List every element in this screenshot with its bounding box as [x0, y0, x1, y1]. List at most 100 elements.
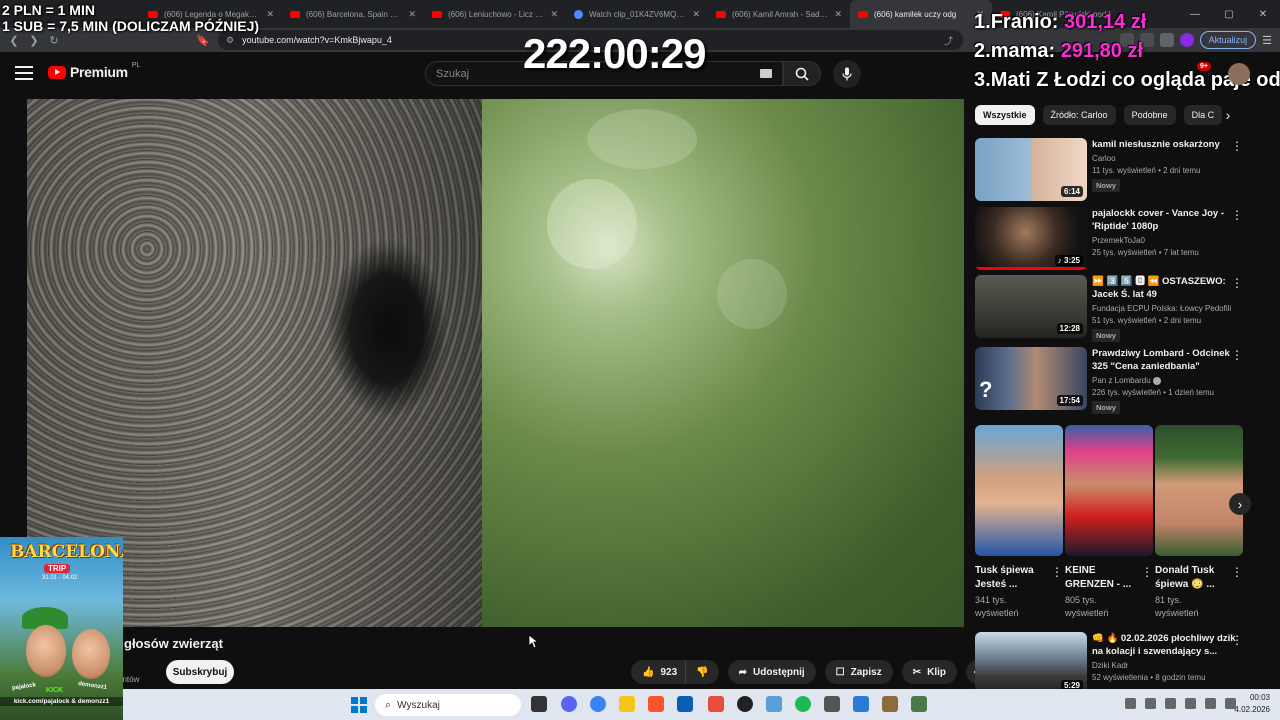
- taskbar-search-input[interactable]: ⌕ Wyszukaj: [375, 694, 521, 716]
- save-button[interactable]: ☐ Zapisz: [824, 660, 893, 684]
- like-button[interactable]: 👍 923: [631, 660, 687, 684]
- short-item[interactable]: KEINE GRENZEN - ... 805 tys. wyświetleń …: [1065, 425, 1153, 620]
- more-vert-icon[interactable]: ⋮: [1231, 634, 1243, 648]
- chip-for-you[interactable]: Dla C: [1183, 105, 1223, 125]
- close-tab-icon[interactable]: ✕: [550, 9, 558, 20]
- channel-name[interactable]: PrzemekToJa0: [1092, 236, 1242, 245]
- calculator-icon[interactable]: [824, 696, 840, 712]
- more-vert-icon[interactable]: ⋮: [1051, 565, 1063, 579]
- chip-all[interactable]: Wszystkie: [975, 105, 1035, 125]
- top-donor-row: 2.mama: 291,80 zł: [974, 37, 1280, 66]
- browser-tab-active[interactable]: (606) kamilek uczy odg ✕: [850, 0, 992, 28]
- brave-browser-icon[interactable]: [708, 696, 724, 712]
- discord-icon[interactable]: [561, 696, 577, 712]
- browser-tab[interactable]: Watch clip_01K4ZV6MQMEYN ✕: [566, 0, 708, 28]
- recommendation-item[interactable]: 5:29 👊 🔥 02.02.2026 płochliwy dzik na ko…: [975, 632, 1265, 696]
- obs-icon[interactable]: [737, 696, 753, 712]
- volume-icon[interactable]: [1205, 698, 1216, 709]
- youtube-icon: [290, 10, 300, 18]
- more-vert-icon[interactable]: ⋮: [1231, 140, 1243, 154]
- video-thumbnail[interactable]: ? 17:54: [975, 347, 1087, 410]
- chip-source[interactable]: Źródło: Carloo: [1042, 105, 1116, 125]
- channel-name[interactable]: Pan z Lombardu: [1092, 376, 1151, 385]
- close-tab-icon[interactable]: ✕: [834, 9, 842, 20]
- short-item[interactable]: Tusk śpiewa Jesteś ... 341 tys. wyświetl…: [975, 425, 1063, 620]
- tray-icon[interactable]: [1125, 698, 1136, 709]
- notepad-icon[interactable]: [853, 696, 869, 712]
- view-stats: 51 tys. wyświetleń • 2 dni temu: [1092, 316, 1202, 325]
- subscribe-button[interactable]: Subskrybuj: [166, 660, 234, 684]
- tray-icon[interactable]: [1145, 698, 1156, 709]
- share-page-icon[interactable]: ⤴: [944, 34, 953, 47]
- duration-badge: 12:28: [1056, 323, 1083, 334]
- share-button[interactable]: ➦ Udostępnij: [727, 660, 816, 684]
- recommendation-item[interactable]: ? 17:54 Prawdziwy Lombard - Odcinek 325 …: [975, 347, 1265, 414]
- recommendation-meta: Prawdziwy Lombard - Odcinek 325 "Cena za…: [1092, 347, 1242, 415]
- video-thumbnail[interactable]: 12:28: [975, 275, 1087, 338]
- short-title[interactable]: KEINE GRENZEN - ...: [1065, 564, 1141, 592]
- video-thumbnail[interactable]: 6:14: [975, 138, 1087, 201]
- recommendation-title[interactable]: Prawdziwy Lombard - Odcinek 325 "Cena za…: [1092, 347, 1242, 373]
- short-item[interactable]: Donald Tusk śpiewa 😳 ... 81 tys. wyświet…: [1155, 425, 1243, 620]
- more-vert-icon[interactable]: ⋮: [1231, 209, 1243, 223]
- recommendation-title[interactable]: ⏩ 3️⃣ 5️⃣ 🅱 ⏪ OSTASZEWO: Jacek Ś. lat 49: [1092, 275, 1242, 301]
- more-vert-icon[interactable]: ⋮: [1231, 349, 1243, 363]
- browser-tab[interactable]: (606) Kamil Amrah - Sad love s ✕: [708, 0, 850, 28]
- recommendation-title[interactable]: pajalockk cover - Vance Joy - 'Riptide' …: [1092, 207, 1242, 233]
- recommendation-item[interactable]: 6:14 kamil niesłusznie oskarżony Carloo …: [975, 138, 1265, 202]
- voice-search-button[interactable]: [833, 60, 861, 88]
- search-button[interactable]: [783, 61, 821, 86]
- more-vert-icon[interactable]: ⋮: [1141, 565, 1153, 579]
- recommendation-title[interactable]: kamil niesłusznie oskarżony: [1092, 138, 1242, 151]
- short-title[interactable]: Donald Tusk śpiewa 😳 ...: [1155, 564, 1231, 592]
- recommendation-title[interactable]: 👊 🔥 02.02.2026 płochliwy dzik na kolacji…: [1092, 632, 1242, 658]
- clip-button[interactable]: ✂ Klip: [901, 660, 958, 684]
- browser-tab[interactable]: (606) Barcelona, Spain Walking ✕: [282, 0, 424, 28]
- channel-name[interactable]: Dziki Kadr: [1092, 661, 1242, 670]
- short-title[interactable]: Tusk śpiewa Jesteś ...: [975, 564, 1051, 592]
- close-tab-icon[interactable]: ✕: [408, 9, 416, 20]
- network-icon[interactable]: [1185, 698, 1196, 709]
- store-icon[interactable]: [677, 696, 693, 712]
- keyboard-icon[interactable]: [760, 69, 772, 78]
- file-explorer-icon[interactable]: [619, 696, 635, 712]
- brave-icon[interactable]: [648, 696, 664, 712]
- browser-tab[interactable]: (606) Leniuchowo - Licz do dw ✕: [424, 0, 566, 28]
- spotify-icon[interactable]: [795, 696, 811, 712]
- copilot-icon[interactable]: [590, 696, 606, 712]
- youtube-logo[interactable]: Premium PL: [48, 62, 140, 80]
- recommendation-item[interactable]: ♪ 3:25 pajalockk cover - Vance Joy - 'Ri…: [975, 207, 1265, 271]
- channel-name[interactable]: Fundacja ECPU Polska: Łowcy Pedofili: [1092, 304, 1242, 313]
- more-vert-icon[interactable]: ⋮: [1231, 277, 1243, 291]
- recommendation-meta: 👊 🔥 02.02.2026 płochliwy dzik na kolacji…: [1092, 632, 1242, 682]
- short-thumbnail[interactable]: [1065, 425, 1153, 556]
- more-vert-icon[interactable]: ⋮: [1231, 565, 1243, 579]
- avatar[interactable]: [1228, 63, 1250, 85]
- short-thumbnail[interactable]: [1155, 425, 1243, 556]
- video-player[interactable]: [27, 99, 964, 627]
- like-count: 923: [660, 666, 678, 678]
- site-info-icon[interactable]: ⚙: [226, 35, 234, 46]
- video-thumbnail[interactable]: 5:29: [975, 632, 1087, 695]
- tray-icon[interactable]: [1165, 698, 1176, 709]
- chevron-right-icon[interactable]: ›: [1229, 493, 1251, 515]
- app-icon[interactable]: [882, 696, 898, 712]
- short-thumbnail[interactable]: [975, 425, 1063, 556]
- dislike-button[interactable]: 👎: [686, 660, 719, 684]
- channel-name[interactable]: Carloo: [1092, 154, 1242, 163]
- menu-icon[interactable]: [15, 66, 33, 80]
- clock[interactable]: 00:03 4.02.2026: [1234, 692, 1270, 716]
- chip-related[interactable]: Podobne: [1123, 105, 1176, 125]
- save-label: Zapisz: [850, 666, 882, 678]
- video-title: głosów zwierząt: [124, 636, 223, 651]
- windows-start-icon[interactable]: [351, 697, 367, 713]
- close-tab-icon[interactable]: ✕: [266, 9, 274, 20]
- chevron-right-icon[interactable]: ›: [1220, 106, 1236, 124]
- close-tab-icon[interactable]: ✕: [692, 9, 700, 20]
- video-thumbnail[interactable]: ♪ 3:25: [975, 207, 1087, 270]
- task-view-icon[interactable]: [531, 696, 547, 712]
- app-icon[interactable]: [911, 696, 927, 712]
- search-placeholder: Szukaj: [436, 67, 470, 80]
- recommendation-item[interactable]: 12:28 ⏩ 3️⃣ 5️⃣ 🅱 ⏪ OSTASZEWO: Jacek Ś. …: [975, 275, 1265, 342]
- photos-icon[interactable]: [766, 696, 782, 712]
